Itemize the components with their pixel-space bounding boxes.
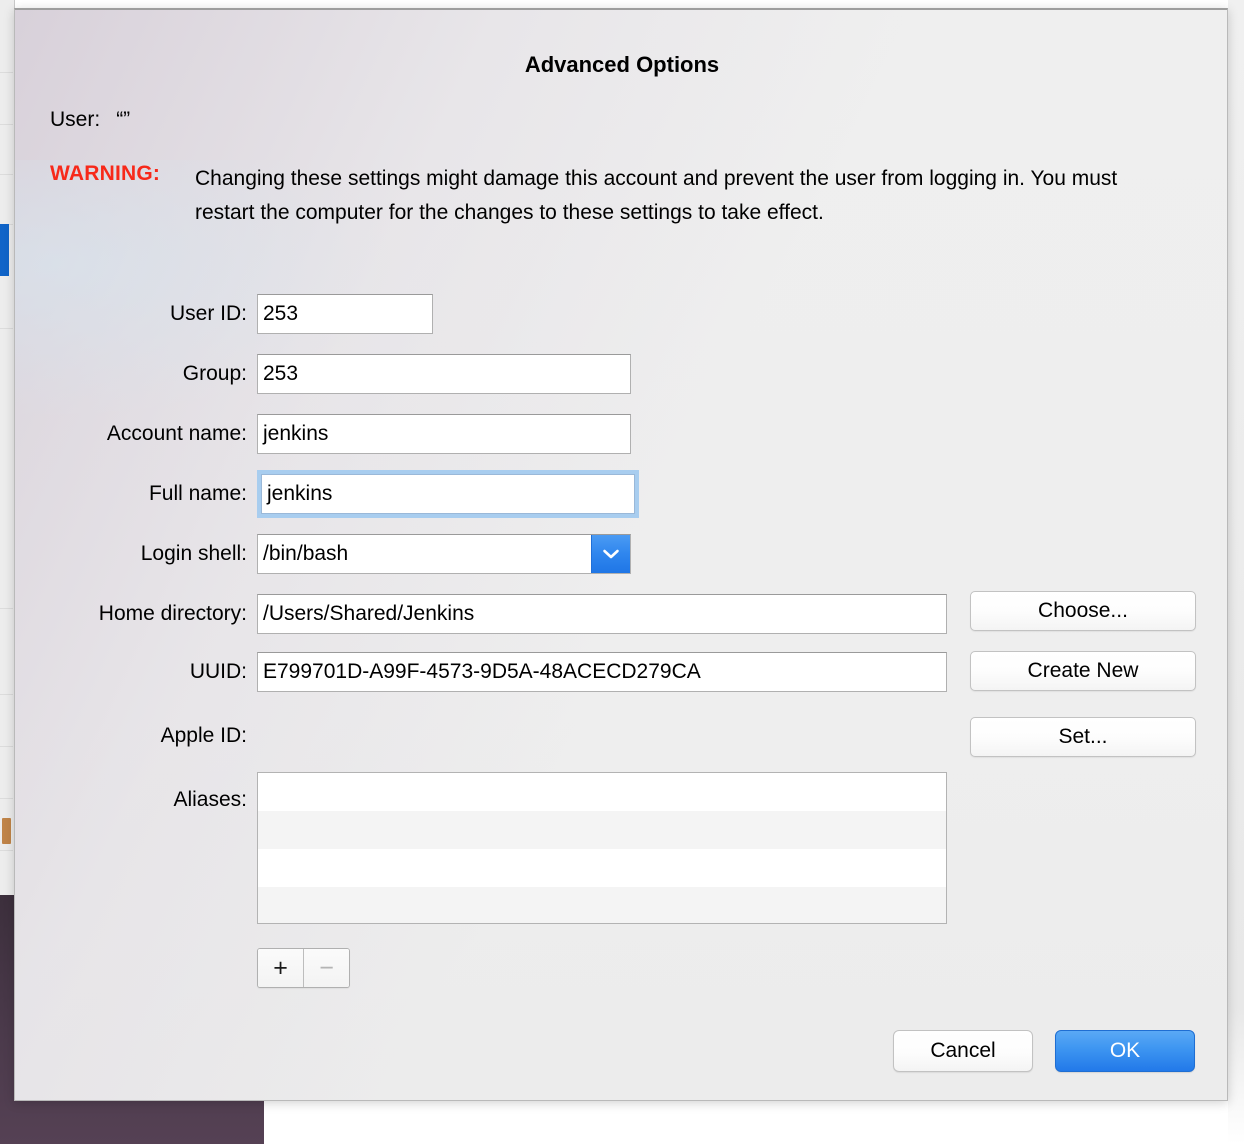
aliases-label: Aliases: <box>15 780 247 820</box>
login-shell-combobox[interactable]: /bin/bash <box>257 534 631 574</box>
background-list-item <box>0 276 13 329</box>
warning-text: Changing these settings might damage thi… <box>195 162 1160 230</box>
apple-id-label-wrap: Apple ID: <box>15 716 247 756</box>
background-user-list[interactable] <box>0 0 15 900</box>
background-list-item <box>0 72 13 125</box>
aliases-label-wrap: Aliases: <box>15 780 247 820</box>
background-list-item <box>0 174 13 225</box>
uuid-input[interactable]: E799701D-A99F-4573-9D5A-48ACECD279CA <box>257 652 947 692</box>
background-list-item <box>0 642 13 695</box>
alias-list-row[interactable] <box>258 811 946 849</box>
user-value: “” <box>116 108 130 131</box>
home-directory-input[interactable]: /Users/Shared/Jenkins <box>257 594 947 634</box>
ok-button[interactable]: OK <box>1055 1030 1195 1072</box>
uuid-label-wrap: UUID: <box>15 652 247 692</box>
alias-add-remove-control[interactable]: + − <box>257 948 350 988</box>
login-shell-label: Login shell: <box>15 534 247 574</box>
apple-id-label: Apple ID: <box>15 716 247 756</box>
account-name-input[interactable]: jenkins <box>257 414 631 454</box>
full-name-input[interactable]: jenkins <box>261 474 635 514</box>
background-list-item <box>0 746 13 799</box>
set-button[interactable]: Set... <box>970 717 1196 757</box>
alias-list-row[interactable] <box>258 887 946 924</box>
full-name-label-wrap: Full name: <box>15 474 247 514</box>
group-label: Group: <box>15 354 247 394</box>
account-name-label-wrap: Account name: <box>15 414 247 454</box>
warning-label: WARNING: <box>50 162 160 186</box>
choose-button[interactable]: Choose... <box>970 591 1196 631</box>
user-id-input[interactable]: 253 <box>257 294 433 334</box>
login-shell-label-wrap: Login shell: <box>15 534 247 574</box>
cancel-button[interactable]: Cancel <box>893 1030 1033 1072</box>
group-label-wrap: Group: <box>15 354 247 394</box>
background-list-item-icon <box>2 818 11 844</box>
uuid-label: UUID: <box>15 652 247 692</box>
login-shell-value: /bin/bash <box>263 535 348 573</box>
alias-list-row[interactable] <box>258 773 946 811</box>
screen: Advanced Options User: “” WARNING: Changi… <box>0 0 1244 1144</box>
create-new-button[interactable]: Create New <box>970 651 1196 691</box>
advanced-options-sheet: Advanced Options User: “” WARNING: Changi… <box>14 8 1228 1101</box>
background-list-item <box>0 694 13 747</box>
chevron-down-icon[interactable] <box>591 535 630 573</box>
add-alias-button[interactable]: + <box>258 949 303 987</box>
account-name-label: Account name: <box>15 414 247 454</box>
page-title: Advanced Options <box>15 52 1229 78</box>
aliases-list[interactable] <box>257 772 947 924</box>
home-directory-label-wrap: Home directory: <box>15 594 247 634</box>
full-name-label: Full name: <box>15 474 247 514</box>
user-row: User: “” <box>50 108 130 132</box>
background-list-item <box>0 22 13 73</box>
background-right-strip <box>1228 0 1244 1144</box>
alias-list-row[interactable] <box>258 849 946 887</box>
user-id-label-wrap: User ID: <box>15 294 247 334</box>
background-list-item <box>0 556 13 609</box>
background-list-item-selected[interactable] <box>0 224 9 276</box>
user-id-label: User ID: <box>15 294 247 334</box>
background-list-item <box>0 124 13 175</box>
home-directory-label: Home directory: <box>15 594 247 634</box>
user-label: User: <box>50 108 100 131</box>
remove-alias-button[interactable]: − <box>303 949 349 987</box>
group-input[interactable]: 253 <box>257 354 631 394</box>
background-user-list-rows <box>0 0 14 900</box>
